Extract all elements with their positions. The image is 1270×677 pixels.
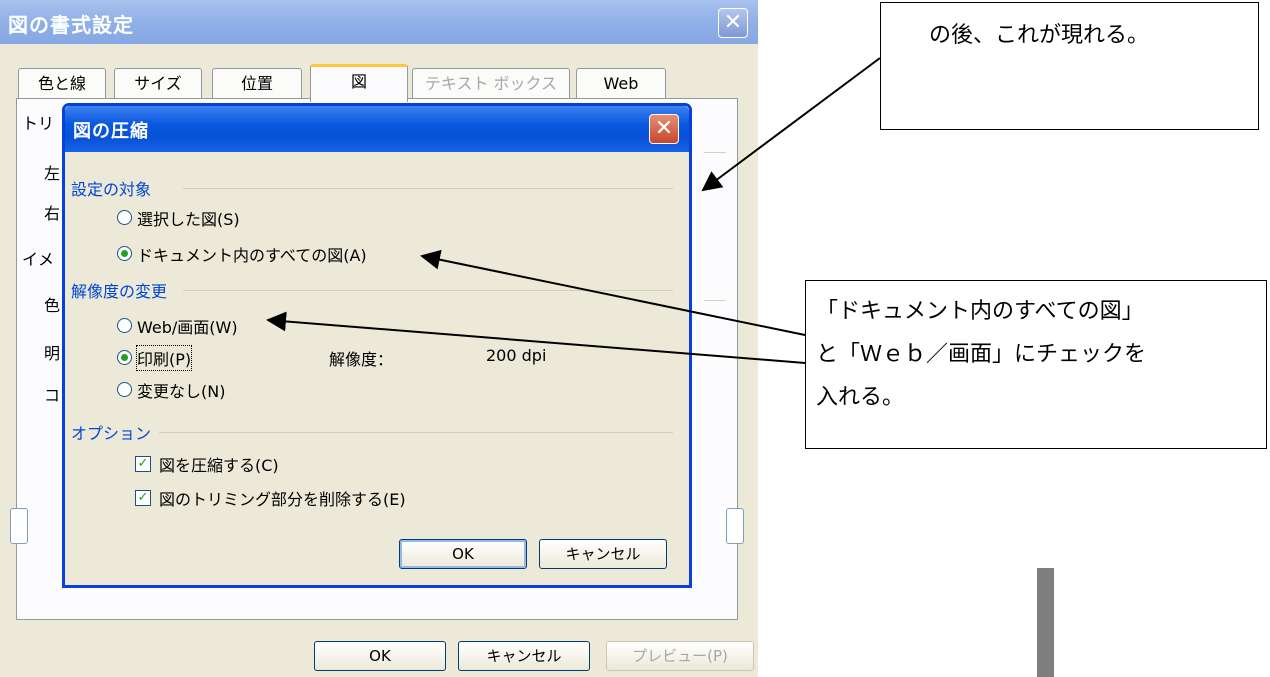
arrow-to-all-pictures	[420, 249, 806, 336]
annotation-arrows	[266, 57, 881, 364]
arrow-to-web-screen	[266, 311, 806, 364]
arrow-to-dialog	[701, 57, 881, 192]
gray-bar	[1037, 568, 1054, 677]
